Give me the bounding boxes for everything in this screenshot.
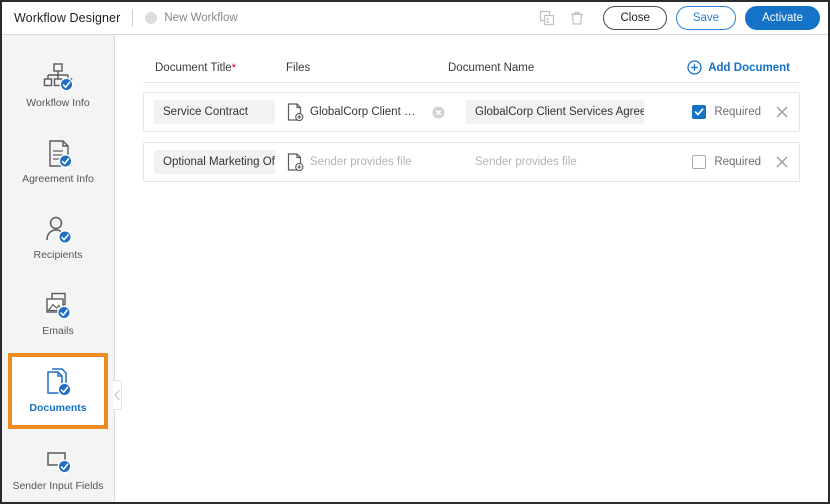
save-button[interactable]: Save [675, 6, 737, 30]
body: Workflow Info Agreement Info Recipients … [2, 35, 828, 502]
row-actions: Required [692, 105, 789, 119]
documents-table-header: Document Title* Files Document Name Add … [143, 53, 800, 83]
add-document-label: Add Document [708, 61, 790, 74]
required-asterisk: * [231, 61, 236, 74]
close-button[interactable]: Close [603, 6, 667, 30]
required-checkbox[interactable] [692, 105, 707, 119]
documents-panel: Document Title* Files Document Name Add … [115, 35, 828, 502]
top-bar: Workflow Designer New Workflow Close Sav… [2, 2, 828, 35]
workflow-name-label: New Workflow [164, 12, 238, 24]
row-actions: Required [692, 155, 789, 169]
sidebar-item-label: Documents [29, 402, 87, 415]
emails-icon [41, 290, 75, 322]
sidebar-item-emails[interactable]: Emails [10, 277, 106, 350]
remove-row-icon[interactable] [775, 155, 789, 169]
workflow-status: New Workflow [145, 12, 238, 24]
sidebar-item-agreement-info[interactable]: Agreement Info [10, 125, 106, 198]
check-icon [694, 108, 704, 116]
file-name-label: GlobalCorp Client Servic... [310, 106, 418, 118]
status-dot [145, 12, 158, 24]
document-title-input[interactable]: Optional Marketing Offer [154, 150, 275, 174]
column-header-document-title: Document Title* [155, 61, 236, 74]
table-row: Optional Marketing Offer Sender provides… [143, 142, 800, 182]
activate-button[interactable]: Activate [745, 6, 820, 30]
required-label: Required [714, 106, 761, 118]
table-row: Service Contract GlobalCorp Client Servi… [143, 92, 800, 132]
required-label: Required [714, 156, 761, 168]
required-checkbox[interactable] [692, 155, 707, 169]
documents-icon [41, 367, 75, 399]
column-header-document-name: Document Name [448, 61, 535, 74]
sidebar-item-recipients[interactable]: Recipients [10, 201, 106, 274]
sidebar-item-label: Emails [42, 324, 74, 337]
document-name-input[interactable]: GlobalCorp Client Services Agreement [466, 100, 644, 124]
sidebar-collapse-handle[interactable] [113, 380, 122, 410]
agreement-info-icon [41, 138, 75, 170]
sidebar-item-label: Recipients [33, 248, 83, 261]
title-divider [132, 9, 134, 27]
chevron-left-icon [113, 389, 120, 401]
clear-file-icon[interactable] [432, 106, 445, 119]
copy-icon[interactable] [534, 6, 560, 30]
file-add-icon [287, 152, 304, 171]
trash-icon[interactable] [564, 6, 590, 30]
workflow-designer-window: Workflow Designer New Workflow Close Sav… [0, 0, 830, 504]
sidebar-item-label: Sender Input Fields [12, 479, 104, 492]
sidebar-item-documents[interactable]: Documents [8, 353, 108, 429]
sidebar-item-label: Agreement Info [22, 172, 94, 185]
recipients-icon [41, 214, 75, 246]
page-title: Workflow Designer [14, 11, 121, 25]
document-name-input[interactable]: Sender provides file [466, 150, 644, 174]
file-cell[interactable]: GlobalCorp Client Servic... [287, 102, 445, 122]
add-document-button[interactable]: Add Document [687, 60, 790, 75]
sidebar-item-sender-input-fields[interactable]: Sender Input Fields [10, 432, 106, 502]
sidebar-item-label: Workflow Info [26, 96, 90, 109]
sidebar-item-workflow-info[interactable]: Workflow Info [10, 49, 106, 122]
remove-row-icon[interactable] [775, 105, 789, 119]
column-header-files: Files [286, 61, 311, 74]
file-name-placeholder: Sender provides file [310, 156, 412, 168]
sender-input-fields-icon [41, 445, 75, 477]
plus-circle-icon [687, 60, 702, 75]
file-cell[interactable]: Sender provides file [287, 152, 445, 172]
workflow-info-icon [41, 62, 75, 94]
file-add-icon [287, 102, 304, 121]
document-title-input[interactable]: Service Contract [154, 100, 275, 124]
sidebar: Workflow Info Agreement Info Recipients … [2, 35, 122, 502]
